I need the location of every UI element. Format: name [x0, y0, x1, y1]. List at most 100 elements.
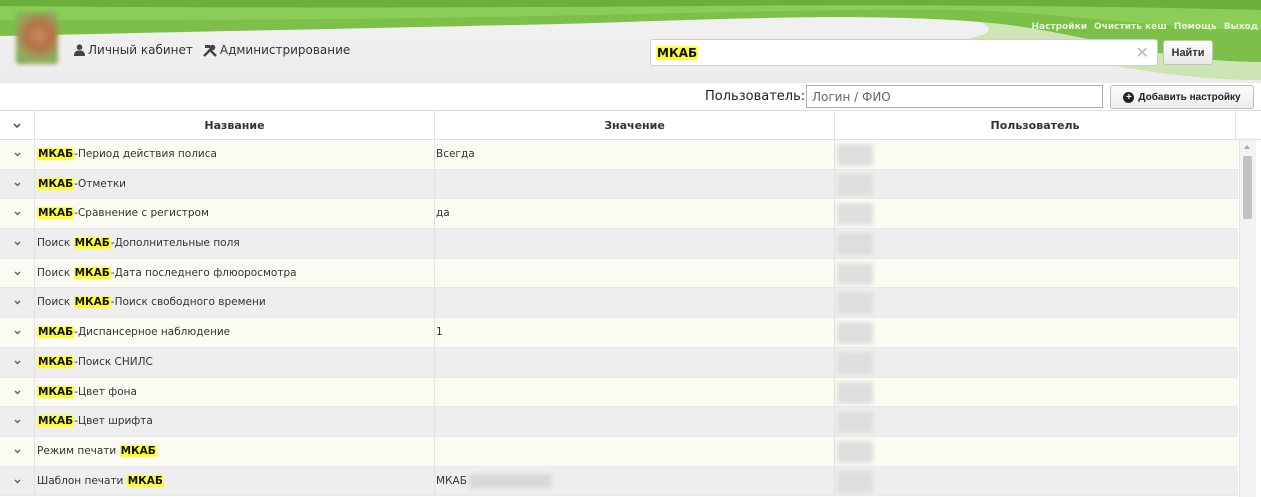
setting-name: МКАБ-Отметки: [35, 169, 435, 200]
redacted-user: [837, 262, 873, 285]
top-links: Настройки Очистить кеш Помощь Выход: [1032, 22, 1259, 32]
chevron-down-icon: [13, 211, 21, 216]
setting-user: [835, 229, 1238, 259]
vertical-scrollbar[interactable]: [1239, 140, 1256, 497]
table-row[interactable]: МКАБ-Период действия полиса Всегда: [0, 140, 1238, 170]
search-button[interactable]: Найти: [1163, 40, 1213, 65]
settings-link[interactable]: Настройки: [1032, 22, 1088, 32]
search-input-value: МКАБ: [656, 46, 699, 60]
row-expand-toggle[interactable]: [0, 407, 35, 437]
redacted-user: [837, 144, 873, 166]
setting-name-suffix: -Цвет шрифта: [74, 415, 153, 428]
column-header-name[interactable]: Название: [35, 111, 435, 140]
setting-user: [835, 407, 1238, 437]
setting-value-text: Всегда: [436, 148, 475, 160]
close-icon[interactable]: ✕: [1136, 45, 1149, 61]
setting-name: Режим печати МКАБ: [35, 436, 435, 467]
chevron-down-icon: [13, 152, 21, 157]
scrollbar-thumb[interactable]: [1243, 156, 1252, 219]
app-header: Настройки Очистить кеш Помощь Выход Личн…: [0, 0, 1261, 83]
row-expand-toggle[interactable]: [0, 318, 35, 348]
setting-value-text: 1: [436, 326, 443, 339]
search-input[interactable]: МКАБ ✕: [650, 39, 1158, 66]
table-row[interactable]: МКАБ-Цвет шрифта: [0, 407, 1238, 437]
column-header-value[interactable]: Значение: [435, 111, 835, 140]
logout-link[interactable]: Выход: [1224, 22, 1258, 32]
setting-name-suffix: -Поиск свободного времени: [110, 296, 266, 309]
table-row[interactable]: МКАБ-Поиск СНИЛС: [0, 347, 1238, 378]
setting-name-prefix: Шаблон печати: [37, 474, 127, 487]
search-match-highlight: МКАБ: [119, 444, 157, 457]
search-match-highlight: МКАБ: [37, 385, 75, 398]
setting-value: Всегда: [435, 140, 835, 170]
setting-name: Шаблон печати МКАБ: [35, 466, 435, 497]
table-row[interactable]: МКАБ-Диспансерное наблюдение 1: [0, 318, 1238, 348]
redacted-user: [837, 440, 873, 463]
setting-name-prefix: Режим печати: [37, 444, 120, 457]
table-row[interactable]: Поиск МКАБ-Поиск свободного времени: [0, 288, 1238, 319]
row-expand-toggle[interactable]: [0, 347, 35, 378]
setting-name: МКАБ-Цвет фона: [35, 377, 435, 408]
search-match-highlight: МКАБ: [37, 415, 75, 428]
expand-all-header[interactable]: [0, 111, 35, 140]
column-header-user[interactable]: Пользователь: [835, 111, 1236, 140]
user-filter-input[interactable]: [806, 85, 1103, 108]
row-expand-toggle[interactable]: [0, 288, 35, 319]
setting-name-prefix: Поиск: [37, 237, 74, 250]
search-match-highlight: МКАБ: [126, 474, 164, 487]
chevron-down-icon: [13, 123, 21, 129]
clear-cache-link[interactable]: Очистить кеш: [1094, 22, 1167, 32]
tools-icon: [203, 44, 217, 57]
setting-name-suffix: -Цвет фона: [74, 385, 137, 398]
setting-user: [835, 170, 1238, 200]
scroll-up-arrow[interactable]: [1244, 145, 1250, 149]
chevron-down-icon: [13, 182, 21, 187]
chevron-down-icon: [13, 241, 21, 246]
table-row[interactable]: Режим печати МКАБ: [0, 436, 1238, 467]
plus-circle-icon: +: [1123, 91, 1135, 103]
table-row[interactable]: Шаблон печати МКАБ МКАБ: [0, 466, 1238, 497]
setting-user: [835, 348, 1238, 378]
redacted-user: [837, 173, 873, 196]
redacted-user: [837, 411, 873, 434]
search-match-highlight: МКАБ: [73, 237, 111, 250]
table-row[interactable]: МКАБ-Отметки: [0, 169, 1238, 200]
redacted-user: [837, 233, 873, 256]
search-match-highlight: МКАБ: [73, 296, 111, 309]
table-row[interactable]: МКАБ-Цвет фона: [0, 377, 1238, 408]
personal-cabinet-link[interactable]: Личный кабинет: [74, 43, 193, 57]
row-expand-toggle[interactable]: [0, 199, 35, 230]
row-expand-toggle[interactable]: [0, 466, 35, 497]
administration-link[interactable]: Администрирование: [203, 43, 350, 57]
avatar[interactable]: [16, 12, 58, 64]
setting-user: [835, 288, 1238, 318]
chevron-down-icon: [13, 360, 21, 365]
setting-user: [835, 467, 1238, 497]
row-expand-toggle[interactable]: [0, 436, 35, 467]
table-header: Название Значение Пользователь: [0, 111, 1261, 140]
row-expand-toggle[interactable]: [0, 229, 35, 259]
filter-row: Пользователь: + Добавить настройку: [0, 83, 1261, 110]
setting-value: да: [435, 199, 835, 230]
help-link[interactable]: Помощь: [1174, 22, 1217, 32]
setting-name: МКАБ-Цвет шрифта: [35, 407, 435, 437]
row-expand-toggle[interactable]: [0, 258, 35, 289]
row-expand-toggle[interactable]: [0, 377, 35, 408]
setting-name-suffix: -Поиск СНИЛС: [74, 355, 153, 368]
redacted-user: [837, 203, 873, 226]
row-expand-toggle[interactable]: [0, 169, 35, 200]
setting-user: [835, 318, 1238, 348]
administration-label: Администрирование: [219, 43, 351, 57]
setting-name: МКАБ-Сравнение с регистром: [35, 199, 435, 230]
table-row[interactable]: Поиск МКАБ-Дата последнего флюоросмотра: [0, 258, 1238, 289]
add-setting-button[interactable]: + Добавить настройку: [1110, 85, 1254, 109]
table-row[interactable]: Поиск МКАБ-Дополнительные поля: [0, 229, 1238, 259]
search-match-highlight: МКАБ: [37, 355, 75, 368]
chevron-down-icon: [13, 300, 21, 305]
setting-name-prefix: Поиск: [37, 296, 74, 309]
setting-name-suffix: -Дополнительные поля: [110, 237, 240, 250]
search-match-highlight: МКАБ: [73, 266, 111, 279]
row-expand-toggle[interactable]: [0, 140, 35, 170]
setting-name: МКАБ-Поиск СНИЛС: [35, 347, 435, 378]
table-row[interactable]: МКАБ-Сравнение с регистром да: [0, 199, 1238, 230]
